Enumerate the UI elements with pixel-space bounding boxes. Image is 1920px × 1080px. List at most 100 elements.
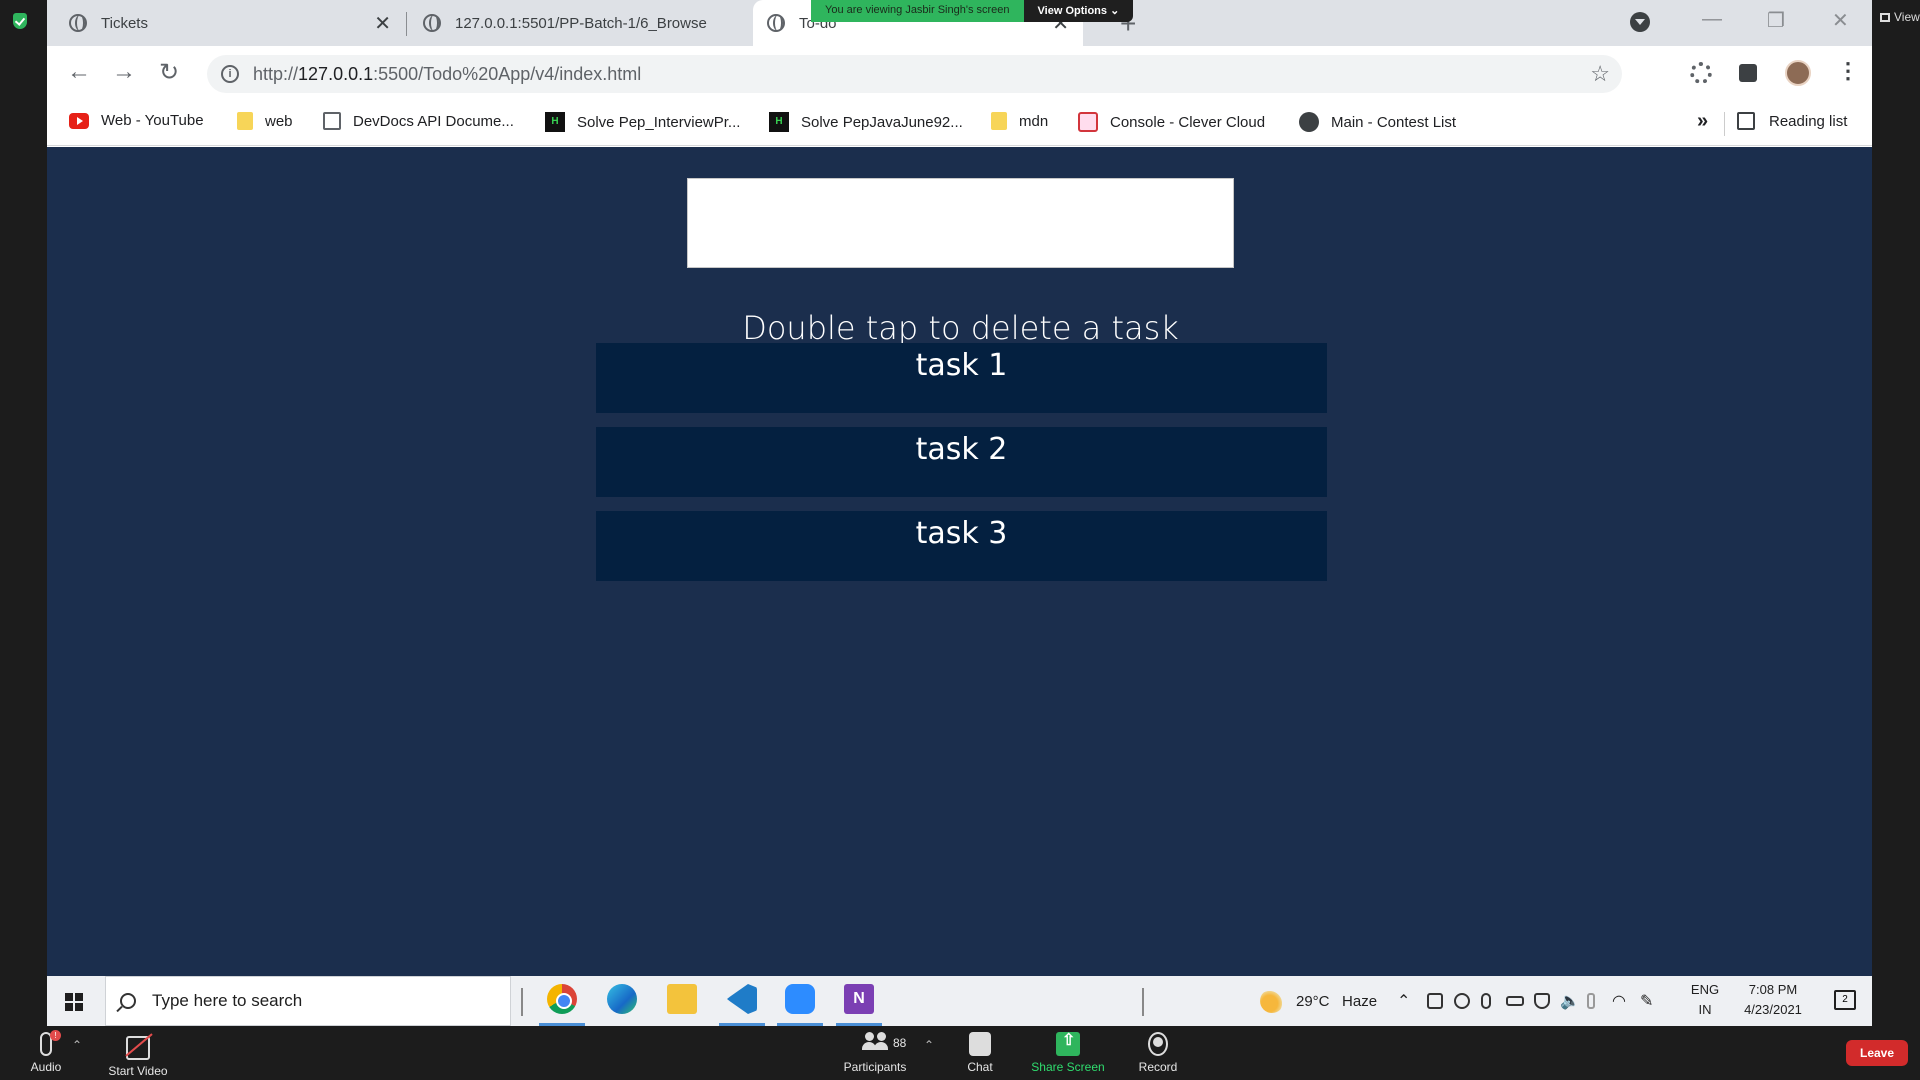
extension-settings-icon[interactable] (1690, 62, 1712, 84)
address-bar[interactable]: i http://127.0.0.1:5500/Todo%20App/v4/in… (207, 55, 1622, 93)
profile-avatar[interactable] (1785, 60, 1811, 86)
volume-icon[interactable]: 🔈 (1560, 976, 1580, 1026)
tab-pp-batch[interactable]: 127.0.0.1:5501/PP-Batch-1/6_Browse ✕ (409, 0, 799, 46)
share-screen-button[interactable]: Share Screen (1030, 1030, 1106, 1074)
notification-center-icon[interactable]: 2 (1834, 990, 1856, 1010)
participants-label: Participants (843, 1060, 907, 1074)
url-prefix: http:// (253, 63, 299, 84)
reload-icon[interactable]: ↻ (159, 58, 179, 87)
window-close-icon[interactable]: ✕ (1832, 8, 1849, 33)
bookmark-label: mdn (1019, 112, 1049, 130)
usb-icon[interactable] (1587, 993, 1595, 1009)
back-arrow-icon[interactable]: ← (67, 58, 91, 86)
task-item[interactable]: task 1 (596, 343, 1327, 413)
clever-cloud-icon (1078, 112, 1098, 132)
share-screen-icon (1056, 1030, 1080, 1056)
view-grid-icon (1880, 12, 1890, 22)
tab-close-icon[interactable]: ✕ (374, 11, 391, 36)
audio-button[interactable]: ! Audio (26, 1030, 66, 1074)
bookmark-solve-pep-interview[interactable]: H Solve Pep_InterviewPr... (545, 112, 740, 132)
minimize-icon[interactable]: — (1702, 8, 1722, 31)
chat-label: Chat (967, 1060, 993, 1074)
leave-meeting-button[interactable]: Leave (1846, 1040, 1908, 1066)
bookmark-label: Console - Clever Cloud (1110, 113, 1266, 131)
bookmark-clever-cloud[interactable]: Console - Clever Cloud (1078, 112, 1265, 132)
view-options-button[interactable]: View Options ⌄ (1023, 0, 1134, 22)
folder-icon (237, 112, 253, 130)
share-notice: You are viewing Jasbir Singh's screen (811, 0, 1024, 22)
bookmark-label: Solve PepJavaJune92... (801, 113, 963, 131)
windows-start-icon[interactable] (65, 993, 83, 1011)
bookmark-mdn[interactable]: mdn (991, 112, 1048, 130)
onenote-app-icon[interactable]: N (844, 984, 874, 1014)
browser-menu-icon[interactable]: ⋮ (1837, 58, 1859, 83)
chrome-app-icon[interactable] (547, 984, 577, 1014)
taskbar-divider (521, 988, 523, 1016)
taskbar-search-box[interactable]: Type here to search (105, 976, 511, 1026)
task-item[interactable]: task 3 (596, 511, 1327, 581)
bookmark-solve-pep-java[interactable]: H Solve PepJavaJune92... (769, 112, 963, 132)
security-shield-icon[interactable] (13, 13, 27, 29)
forward-arrow-icon[interactable]: → (112, 58, 136, 86)
file-explorer-icon[interactable] (667, 984, 697, 1014)
participants-caret-icon[interactable]: ⌃ (924, 1038, 934, 1052)
tray-chevron-icon[interactable]: ⌃ (1397, 976, 1410, 1026)
taskbar-divider (1142, 988, 1144, 1016)
task-list: task 1 task 2 task 3 (596, 343, 1327, 595)
tab-title: Tickets (101, 14, 148, 32)
language-indicator[interactable]: ENG IN (1687, 982, 1723, 1017)
start-video-button[interactable]: Start Video (108, 1032, 168, 1078)
tab-favicon-globe-icon (767, 14, 785, 32)
chat-button[interactable]: Chat (960, 1032, 1000, 1074)
audio-options-caret-icon[interactable]: ⌃ (72, 1038, 82, 1052)
youtube-icon (69, 112, 89, 129)
bookmark-web-youtube[interactable]: Web - YouTube (69, 112, 204, 129)
lang-code: ENG (1690, 982, 1720, 997)
record-icon (1148, 1032, 1168, 1056)
vscode-app-icon[interactable] (727, 984, 757, 1014)
more-bookmarks-button[interactable]: » (1697, 110, 1708, 133)
meet-now-icon[interactable] (1427, 993, 1443, 1009)
zoom-right-frame: View (1872, 0, 1920, 1026)
microphone-tray-icon[interactable] (1481, 993, 1491, 1009)
record-button[interactable]: Record (1136, 1032, 1180, 1074)
bookmark-contest-list[interactable]: Main - Contest List (1299, 112, 1456, 132)
windows-taskbar: Type here to search N 29°C Haze ⌃ 🔈 ◠ ✎ … (47, 976, 1872, 1026)
bookmark-star-icon[interactable]: ☆ (1590, 61, 1610, 87)
reading-list-button[interactable]: Reading list (1737, 112, 1847, 130)
screen-share-banner: You are viewing Jasbir Singh's screen Vi… (811, 0, 1134, 22)
task-item[interactable]: task 2 (596, 427, 1327, 497)
battery-icon[interactable] (1506, 996, 1524, 1006)
view-button[interactable]: View (1880, 10, 1920, 24)
tab-search-icon[interactable] (1630, 12, 1650, 32)
chat-icon (969, 1032, 991, 1056)
bookmark-label: Solve Pep_InterviewPr... (577, 113, 741, 131)
restore-icon[interactable]: ❐ (1767, 8, 1785, 33)
extensions-puzzle-icon[interactable] (1739, 64, 1757, 82)
tab-tickets[interactable]: Tickets ✕ (55, 0, 405, 46)
notification-count: 2 (1842, 994, 1848, 1005)
zoom-app-icon[interactable] (785, 984, 815, 1014)
view-button-label: View (1894, 10, 1920, 24)
task-input[interactable] (687, 178, 1234, 268)
region-code: IN (1698, 1002, 1712, 1017)
video-off-icon (126, 1036, 150, 1060)
bookmark-devdocs[interactable]: DevDocs API Docume... (323, 112, 514, 130)
record-label: Record (1138, 1060, 1178, 1074)
zoom-controls-bar: ! Audio ⌃ Start Video Participants 88 ⌃ … (0, 1026, 1920, 1080)
hackerrank-icon: H (545, 112, 565, 132)
edge-app-icon[interactable] (607, 984, 637, 1014)
browser-toolbar: ← → ↻ i http://127.0.0.1:5500/Todo%20App… (47, 46, 1872, 102)
bookmark-web[interactable]: web (237, 112, 293, 130)
clock[interactable]: 7:08 PM 4/23/2021 (1733, 982, 1813, 1017)
url-path: :5500/Todo%20App/v4/index.html (373, 63, 642, 84)
wifi-icon[interactable]: ◠ (1612, 976, 1626, 1026)
pen-icon[interactable]: ✎ (1640, 976, 1653, 1026)
weather-widget[interactable]: 29°C Haze (1260, 976, 1377, 1026)
tab-favicon-globe-icon (423, 14, 441, 32)
security-tray-icon[interactable] (1534, 993, 1550, 1009)
clock-time: 7:08 PM (1748, 982, 1798, 997)
site-info-icon[interactable]: i (221, 65, 239, 83)
reading-list-icon (1737, 112, 1755, 130)
onedrive-icon[interactable] (1454, 993, 1470, 1009)
